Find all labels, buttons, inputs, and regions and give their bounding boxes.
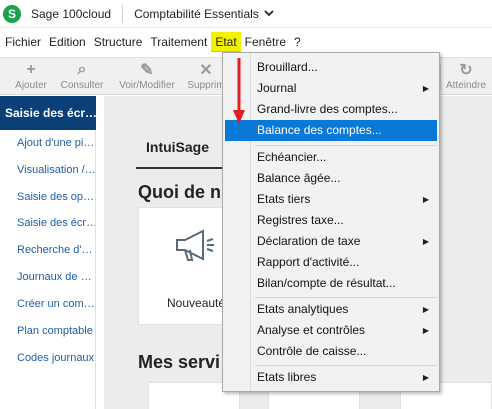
menu-item-etats-libres[interactable]: Etats libres ▶ xyxy=(225,367,437,388)
refresh-icon: ↻ xyxy=(459,62,473,79)
menu-separator xyxy=(255,365,437,366)
submenu-arrow-icon: ▶ xyxy=(422,305,429,314)
chevron-down-icon xyxy=(264,10,274,17)
menu-item-label: Analyse et contrôles xyxy=(257,323,366,337)
menu-item-label: Grand-livre des comptes... xyxy=(257,102,398,116)
menu-structure[interactable]: Structure xyxy=(90,32,147,52)
menu-item-label: Echéancier... xyxy=(257,150,327,164)
sidebar-item-visualisation[interactable]: Visualisation /… xyxy=(17,164,95,176)
menu-item-label: Etats tiers xyxy=(257,192,311,206)
sidebar-header[interactable]: Saisie des écr… xyxy=(0,96,96,130)
view-modify-label: Voir/Modifier xyxy=(119,80,175,91)
menu-item-echeancier[interactable]: Echéancier... xyxy=(225,147,437,168)
search-icon: ⌕ xyxy=(77,61,87,78)
sidebar-item-plan-comptable[interactable]: Plan comptable xyxy=(17,325,95,337)
goto-label: Atteindre xyxy=(445,80,487,91)
menu-item-label: Balance âgée... xyxy=(257,171,341,185)
menu-item-label: Contrôle de caisse... xyxy=(257,344,367,358)
annotation-arrow-icon xyxy=(233,58,245,124)
consult-label: Consulter xyxy=(60,80,104,91)
menu-item-balance-agee[interactable]: Balance âgée... xyxy=(225,168,437,189)
goto-button[interactable]: ↻ Atteindre xyxy=(442,60,490,91)
tab-underline xyxy=(136,167,226,169)
menu-edition[interactable]: Edition xyxy=(45,32,90,52)
menu-item-label: Registres taxe... xyxy=(257,213,344,227)
add-button[interactable]: + Ajouter xyxy=(8,60,54,91)
toolbar-divider xyxy=(440,64,441,90)
menu-separator xyxy=(255,145,437,146)
submenu-arrow-icon: ▶ xyxy=(422,195,429,204)
menu-fichier[interactable]: Fichier xyxy=(0,32,45,52)
sidebar-item-recherche[interactable]: Recherche d'… xyxy=(17,244,95,256)
section-title-news: Quoi de n xyxy=(138,182,221,202)
menu-item-analyse-controles[interactable]: Analyse et contrôles ▶ xyxy=(225,320,437,341)
module-selector[interactable]: Comptabilité Essentials xyxy=(134,7,274,21)
menu-item-label: Journal xyxy=(257,81,297,95)
menu-item-label: Brouillard... xyxy=(257,60,318,74)
news-card-label: Nouveauté xyxy=(167,296,226,310)
delete-label: Supprim xyxy=(187,80,225,91)
menu-item-etats-tiers[interactable]: Etats tiers ▶ xyxy=(225,189,437,210)
menu-separator xyxy=(255,297,437,298)
sidebar: Saisie des écr… Ajout d'une pi… Visualis… xyxy=(0,96,96,409)
submenu-arrow-icon: ▶ xyxy=(422,373,429,382)
delete-icon: ✕ xyxy=(199,62,213,79)
menu-item-label: Balance des comptes... xyxy=(257,123,382,137)
menu-item-bilan[interactable]: Bilan/compte de résultat... xyxy=(225,273,437,294)
title-bar: S Sage 100cloud Comptabilité Essentials xyxy=(0,0,492,28)
menu-item-brouillard[interactable]: Brouillard... xyxy=(225,57,437,78)
menu-item-label: Bilan/compte de résultat... xyxy=(257,276,396,290)
menu-help[interactable]: ? xyxy=(290,32,305,52)
plus-icon: + xyxy=(26,61,36,78)
submenu-arrow-icon: ▶ xyxy=(422,326,429,335)
etat-dropdown-menu: Brouillard... Journal ▶ Grand-livre des c… xyxy=(222,52,440,392)
menu-item-label: Rapport d'activité... xyxy=(257,255,360,269)
menu-item-label: Etats libres xyxy=(257,370,317,384)
menu-item-rapport-activite[interactable]: Rapport d'activité... xyxy=(225,252,437,273)
sidebar-item-saisie-ecritures[interactable]: Saisie des écr… xyxy=(17,217,95,229)
menu-traitement[interactable]: Traitement xyxy=(146,32,211,52)
menu-item-controle-caisse[interactable]: Contrôle de caisse... xyxy=(225,341,437,362)
megaphone-icon xyxy=(176,229,214,261)
sidebar-item-journaux[interactable]: Journaux de … xyxy=(17,271,95,283)
menu-item-label: Etats analytiques xyxy=(257,302,349,316)
sage-logo-icon: S xyxy=(3,4,21,23)
title-divider xyxy=(122,4,124,23)
tab-intuisage[interactable]: IntuiSage xyxy=(146,139,209,155)
menu-item-etats-analytiques[interactable]: Etats analytiques ▶ xyxy=(225,299,437,320)
pencil-icon: ✎ xyxy=(140,62,154,79)
sidebar-item-codes-journaux[interactable]: Codes journaux xyxy=(17,352,95,364)
sidebar-item-saisie-operations[interactable]: Saisie des op… xyxy=(17,191,95,203)
menu-item-grand-livre[interactable]: Grand-livre des comptes... xyxy=(225,99,437,120)
submenu-arrow-icon: ▶ xyxy=(422,237,429,246)
menu-item-balance-comptes[interactable]: Balance des comptes... xyxy=(225,120,437,141)
view-modify-button[interactable]: ✎ Voir/Modifier xyxy=(114,60,180,91)
submenu-arrow-icon: ▶ xyxy=(422,84,429,93)
menu-item-registres-taxe[interactable]: Registres taxe... xyxy=(225,210,437,231)
menu-item-journal[interactable]: Journal ▶ xyxy=(225,78,437,99)
add-label: Ajouter xyxy=(15,80,47,91)
menu-item-declaration-taxe[interactable]: Déclaration de taxe ▶ xyxy=(225,231,437,252)
sidebar-item-ajout-piece[interactable]: Ajout d'une pi… xyxy=(17,137,95,149)
consult-button[interactable]: ⌕ Consulter xyxy=(56,60,108,91)
menu-etat[interactable]: Etat xyxy=(211,32,241,52)
module-name: Comptabilité Essentials xyxy=(134,6,259,21)
section-title-services: Mes servi xyxy=(138,352,221,372)
menu-bar: Fichier Edition Structure Traitement Eta… xyxy=(0,31,492,53)
app-name: Sage 100cloud xyxy=(31,6,112,21)
delete-button[interactable]: ✕ Supprim xyxy=(186,60,226,91)
menu-fenetre[interactable]: Fenêtre xyxy=(241,32,290,52)
sidebar-item-creer-compte[interactable]: Créer un com… xyxy=(17,298,95,310)
menu-item-label: Déclaration de taxe xyxy=(257,234,361,248)
